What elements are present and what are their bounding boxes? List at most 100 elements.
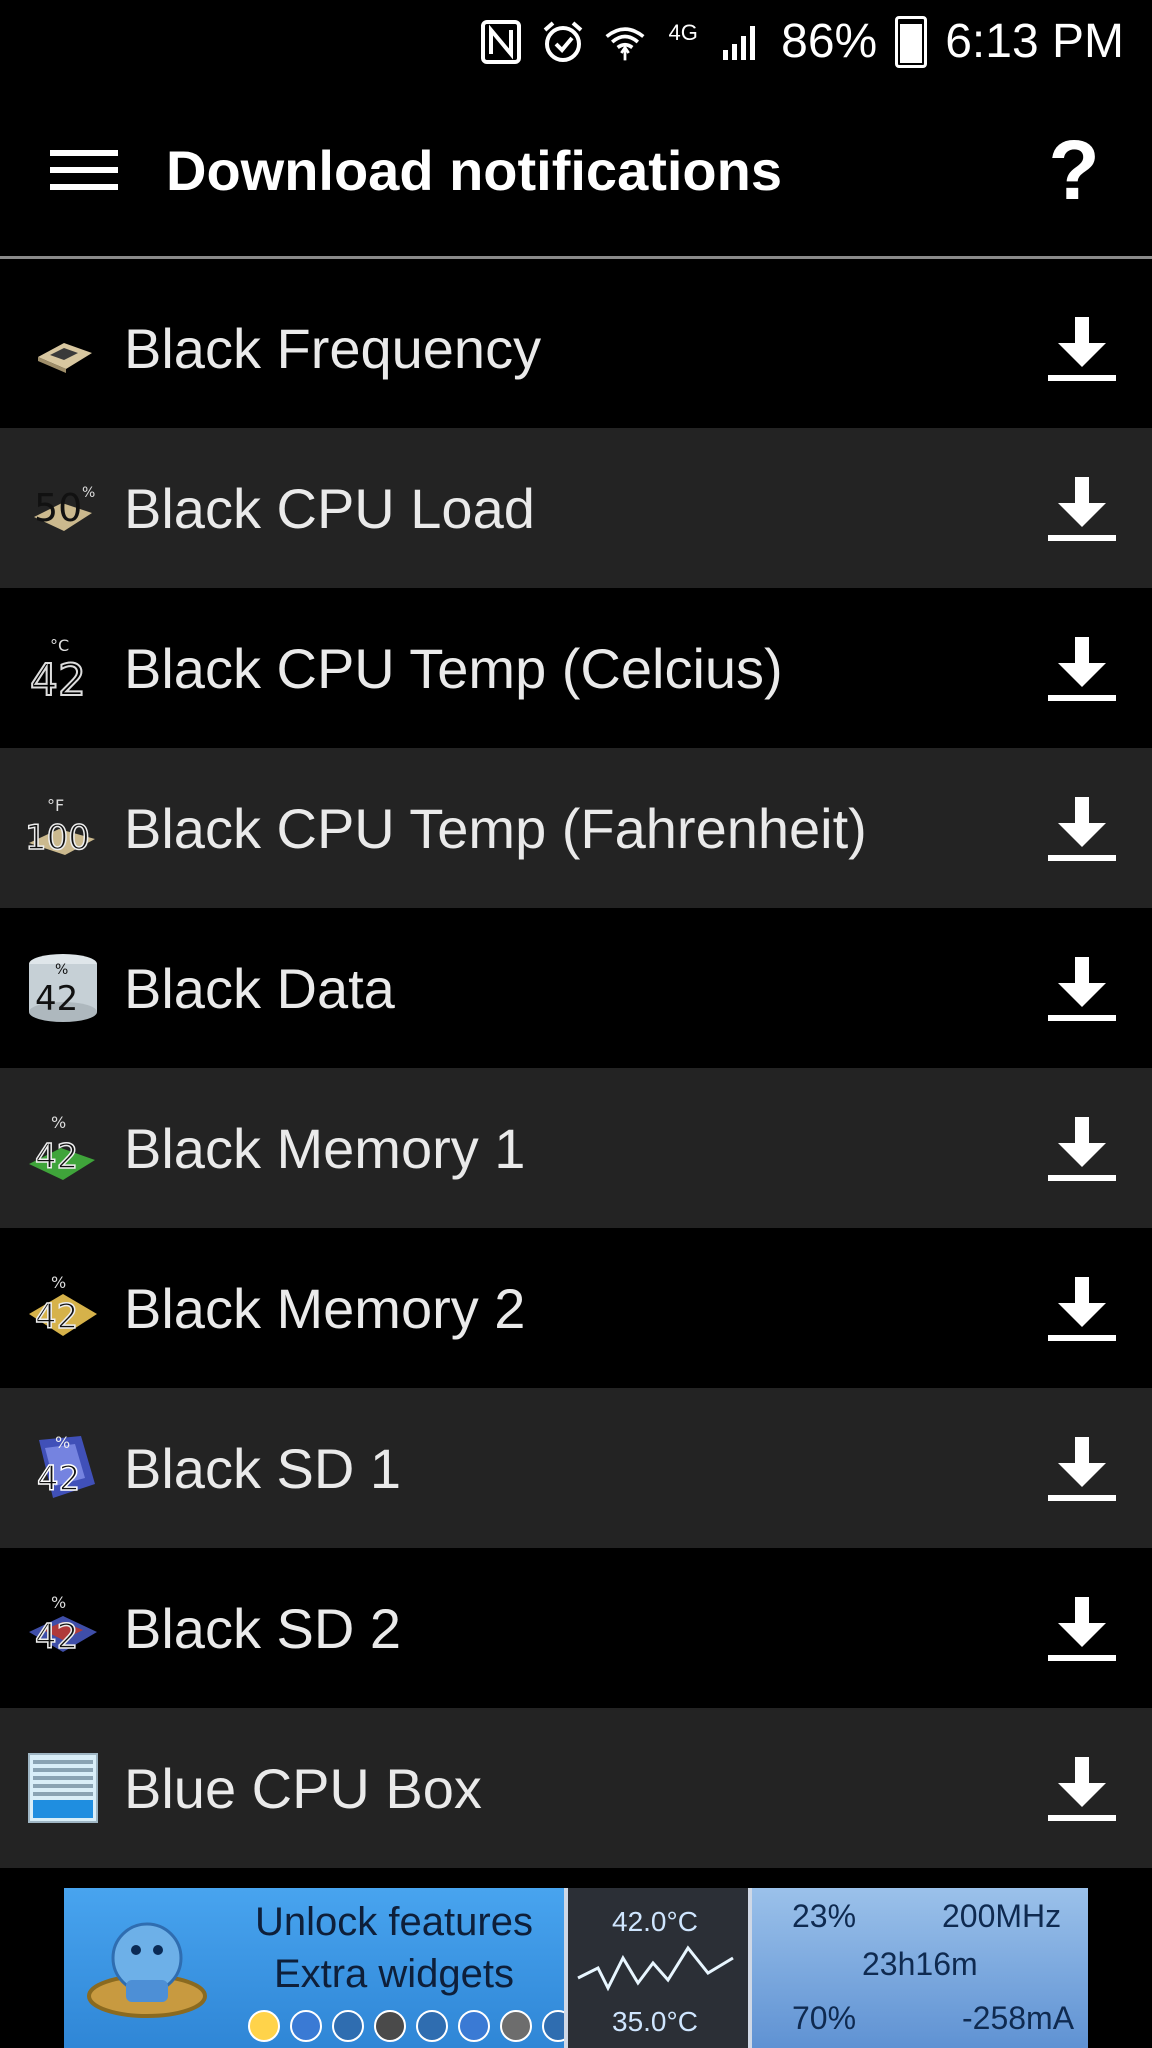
ad-percent-top: 23% — [792, 1898, 857, 1934]
sd-card-red-blue-icon: % 42 — [18, 1583, 108, 1673]
download-button[interactable] — [1042, 468, 1122, 548]
hamburger-menu-icon — [50, 150, 118, 190]
ad-current: -258mA — [962, 2000, 1075, 2036]
svg-text:%: % — [51, 1113, 66, 1132]
download-button[interactable] — [1042, 1268, 1122, 1348]
download-icon — [1048, 477, 1116, 541]
memory-green-icon: % 42 — [18, 1103, 108, 1193]
svg-text:100: 100 — [25, 818, 90, 858]
svg-text:42: 42 — [37, 1459, 80, 1499]
svg-text:%: % — [55, 1433, 70, 1452]
alarm-icon — [541, 20, 585, 64]
nfc-icon — [479, 20, 523, 64]
download-button[interactable] — [1042, 1588, 1122, 1668]
ad-line-1: Unlock features — [255, 1900, 533, 1944]
svg-text:50: 50 — [34, 486, 82, 530]
list-item-black-cpu-load[interactable]: 50 % Black CPU Load — [0, 428, 1152, 588]
download-button[interactable] — [1042, 788, 1122, 868]
data-storage-icon: % 42 — [18, 943, 108, 1033]
download-button[interactable] — [1042, 1748, 1122, 1828]
svg-text:42: 42 — [30, 655, 86, 703]
ad-stats-panel: 23% 200MHz 23h16m 70% -258mA — [752, 1888, 1088, 2048]
list-item-label: Black CPU Temp (Celcius) — [124, 636, 783, 700]
feature-icon — [332, 2010, 364, 2042]
svg-text:42: 42 — [35, 1297, 78, 1337]
android-robot-icon — [87, 1922, 207, 2018]
cpu-load-icon: 50 % — [18, 463, 108, 553]
list-item-black-sd-1[interactable]: % 42 Black SD 1 — [0, 1388, 1152, 1548]
list-item-black-data[interactable]: % 42 Black Data — [0, 908, 1152, 1068]
list-item-label: Blue CPU Box — [124, 1756, 482, 1820]
ad-left-panel: Unlock features Extra widgets — [64, 1888, 574, 2048]
list-item-black-frequency[interactable]: Black Frequency — [0, 268, 1152, 428]
network-type: 4G — [668, 20, 698, 45]
download-icon — [1048, 317, 1116, 381]
ad-line-2: Extra widgets — [273, 1952, 515, 1996]
ad-uptime: 23h16m — [862, 1946, 978, 1982]
feature-icon — [248, 2010, 280, 2042]
svg-text:%: % — [82, 485, 95, 501]
sd-card-blue-icon: % 42 — [18, 1423, 108, 1513]
feature-icon — [458, 2010, 490, 2042]
download-icon — [1048, 1277, 1116, 1341]
download-button[interactable] — [1042, 1428, 1122, 1508]
list-item-black-memory-2[interactable]: % 42 Black Memory 2 — [0, 1228, 1152, 1388]
ad-banner[interactable]: Unlock features Extra widgets 42.0°C 35.… — [64, 1888, 1088, 2048]
temperature-celsius-icon: °C 42 — [18, 623, 108, 713]
list-item-blue-cpu-box[interactable]: Blue CPU Box — [0, 1708, 1152, 1868]
download-icon — [1048, 637, 1116, 701]
list-item-label: Black SD 1 — [124, 1436, 401, 1500]
battery-icon — [895, 16, 928, 68]
list-item-label: Black CPU Temp (Fahrenheit) — [124, 796, 867, 860]
clock: 6:13 PM — [945, 15, 1124, 68]
ad-percent-bottom: 70% — [792, 2000, 857, 2036]
temperature-fahrenheit-icon: °F 100 — [18, 783, 108, 873]
page-title: Download notifications — [166, 138, 782, 202]
download-icon — [1048, 957, 1116, 1021]
list-item-black-cpu-temp-celcius[interactable]: °C 42 Black CPU Temp (Celcius) — [0, 588, 1152, 748]
battery-percentage: 86% — [781, 15, 878, 68]
svg-text:°F: °F — [47, 796, 64, 815]
menu-button[interactable] — [24, 110, 144, 230]
list-item-black-cpu-temp-fahrenheit[interactable]: °F 100 Black CPU Temp (Fahrenheit) — [0, 748, 1152, 908]
svg-text:%: % — [51, 1273, 66, 1292]
ad-text: Unlock features Extra widgets — [234, 1896, 554, 2000]
svg-text:°C: °C — [50, 636, 69, 655]
blue-cpu-box-icon — [18, 1743, 108, 1833]
app-bar: Download notifications ? — [0, 84, 1152, 256]
wifi-icon — [603, 20, 647, 64]
help-button[interactable]: ? — [1036, 110, 1112, 230]
cpu-chip-icon — [18, 303, 108, 393]
feature-icon — [416, 2010, 448, 2042]
feature-icon — [500, 2010, 532, 2042]
download-button[interactable] — [1042, 1108, 1122, 1188]
download-button[interactable] — [1042, 628, 1122, 708]
download-icon — [1048, 1757, 1116, 1821]
ad-frequency: 200MHz — [942, 1898, 1062, 1934]
list-item-black-memory-1[interactable]: % 42 Black Memory 1 — [0, 1068, 1152, 1228]
feature-icon — [290, 2010, 322, 2042]
feature-icon — [374, 2010, 406, 2042]
signal-icon — [719, 20, 763, 64]
download-button[interactable] — [1042, 948, 1122, 1028]
ad-temp-bottom: 35.0°C — [612, 2006, 698, 2037]
list-item-black-sd-2[interactable]: % 42 Black SD 2 — [0, 1548, 1152, 1708]
memory-gold-icon: % 42 — [18, 1263, 108, 1353]
ad-graph-panel: 42.0°C 35.0°C — [564, 1888, 752, 2048]
download-list: Black Frequency 50 % Black CPU Load °C 4… — [0, 268, 1152, 1868]
svg-text:42: 42 — [35, 1137, 78, 1177]
download-icon — [1048, 797, 1116, 861]
download-icon — [1048, 1117, 1116, 1181]
list-item-label: Black SD 2 — [124, 1596, 401, 1660]
status-bar: 4G 86% 6:13 PM — [0, 0, 1152, 84]
download-icon — [1048, 1597, 1116, 1661]
list-item-label: Black Frequency — [124, 316, 542, 380]
ad-feature-icons — [248, 2010, 574, 2042]
svg-text:%: % — [51, 1593, 66, 1612]
list-item-label: Black CPU Load — [124, 476, 535, 540]
svg-text:%: % — [55, 962, 68, 978]
svg-text:42: 42 — [35, 1617, 78, 1657]
download-icon — [1048, 1437, 1116, 1501]
list-item-label: Black Memory 1 — [124, 1116, 526, 1180]
download-button[interactable] — [1042, 308, 1122, 388]
